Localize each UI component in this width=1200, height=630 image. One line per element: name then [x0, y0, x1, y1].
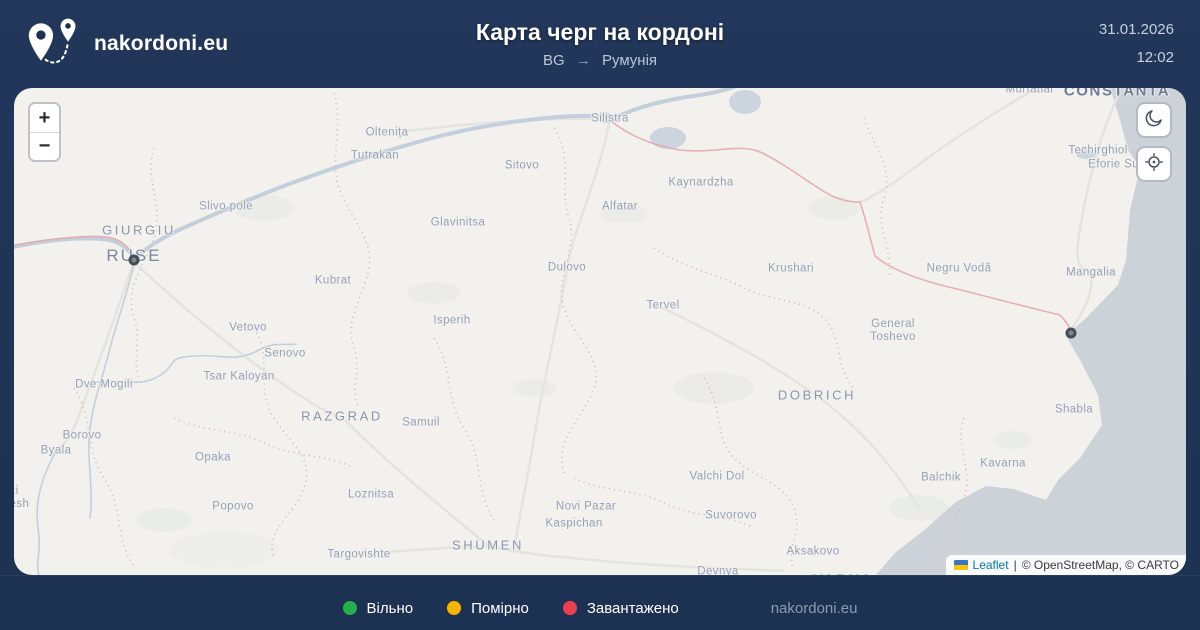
route-arrow-icon: →	[576, 52, 591, 69]
legend-label: Вільно	[367, 600, 414, 617]
date-label: 31.01.2026	[1099, 16, 1174, 44]
map-container[interactable]: MurfatlarCONSTANTASilistraOltenițaTechir…	[14, 88, 1186, 575]
zoom-out-button[interactable]: −	[30, 132, 59, 160]
zoom-in-button[interactable]: +	[30, 104, 59, 132]
route-pins-icon	[26, 17, 82, 72]
route-to: Румунія	[602, 52, 657, 69]
footer: Вільно Помірно Завантажено nakordoni.eu	[0, 575, 1200, 630]
datetime: 31.01.2026 12:02	[1099, 16, 1174, 72]
ukraine-flag-icon	[954, 560, 968, 570]
crosshair-icon	[1144, 152, 1164, 177]
moderate-status-dot	[447, 601, 461, 615]
brand-name: nakordoni.eu	[94, 32, 228, 56]
dark-mode-button[interactable]	[1136, 102, 1172, 138]
route-subtitle: BG → Румунія	[350, 52, 850, 69]
zoom-control: + −	[28, 102, 61, 162]
legend-item-busy: Завантажено	[563, 600, 679, 617]
attribution-credits: © OpenStreetMap, © CARTO	[1022, 558, 1179, 572]
legend-item-moderate: Помірно	[447, 600, 529, 617]
leaflet-link[interactable]: Leaflet	[973, 558, 1009, 572]
moon-icon	[1144, 108, 1164, 133]
border-crossing-marker-crossing-durankulak-vama-veche[interactable]	[1066, 328, 1077, 339]
footer-brand: nakordoni.eu	[771, 600, 858, 617]
brand[interactable]: nakordoni.eu	[26, 17, 228, 72]
locate-button[interactable]	[1136, 146, 1172, 182]
busy-status-dot	[563, 601, 577, 615]
map-attribution: Leaflet | © OpenStreetMap, © CARTO	[946, 555, 1186, 575]
legend-label: Помірно	[471, 600, 529, 617]
attribution-separator: |	[1014, 558, 1017, 572]
legend-item-free: Вільно	[343, 600, 414, 617]
country-border	[14, 120, 1072, 333]
border-crossing-marker-crossing-ruse-giurgiu[interactable]	[129, 255, 140, 266]
app-header: nakordoni.eu Карта черг на кордоні BG → …	[0, 0, 1200, 88]
route-from: BG	[543, 52, 565, 69]
free-status-dot	[343, 601, 357, 615]
legend-label: Завантажено	[587, 600, 679, 617]
page-title: Карта черг на кордоні	[350, 19, 850, 46]
map-base-layer	[14, 88, 1186, 575]
time-label: 12:02	[1099, 44, 1174, 72]
